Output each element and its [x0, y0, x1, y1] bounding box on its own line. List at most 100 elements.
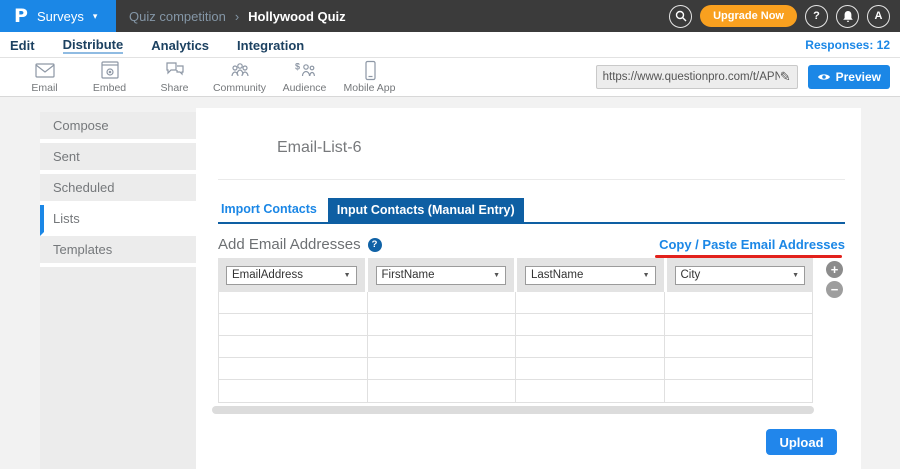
select-caret-icon: ▼ — [344, 272, 351, 279]
contact-cell[interactable] — [368, 358, 517, 379]
sidebar-item-compose[interactable]: Compose — [40, 112, 196, 143]
title-divider — [218, 179, 845, 180]
contact-cell[interactable] — [516, 314, 665, 335]
row-controls: + − — [826, 261, 843, 298]
table-row — [219, 358, 812, 380]
contact-cell[interactable] — [516, 358, 665, 379]
top-bar: P Surveys ▾ Quiz competition › Hollywood… — [0, 0, 900, 32]
contact-cell[interactable] — [368, 336, 517, 357]
tool-label: Embed — [93, 82, 126, 94]
contacts-tabs: Import Contacts Input Contacts (Manual E… — [218, 198, 845, 224]
questionpro-logo-icon: P — [14, 5, 28, 27]
responses-count[interactable]: Responses: 12 — [805, 38, 890, 52]
sidebar-item-lists[interactable]: Lists — [40, 205, 196, 236]
distribute-toolbar: Email Embed Share Community $ Audience M… — [0, 58, 900, 97]
contact-cell[interactable] — [219, 336, 368, 357]
nav-analytics[interactable]: Analytics — [151, 36, 209, 53]
sidebar-item-sent[interactable]: Sent — [40, 143, 196, 174]
contact-cell[interactable] — [219, 292, 368, 313]
section-title: Add Email Addresses — [218, 236, 361, 253]
tool-share[interactable]: Share — [142, 60, 207, 94]
contact-cell[interactable] — [665, 358, 813, 379]
select-caret-icon: ▼ — [643, 272, 650, 279]
tool-label: Audience — [283, 82, 327, 94]
survey-nav: Edit Distribute Analytics Integration Re… — [0, 32, 900, 58]
select-caret-icon: ▼ — [792, 272, 799, 279]
help-tooltip-icon[interactable]: ? — [368, 238, 382, 252]
contact-cell[interactable] — [665, 314, 813, 335]
selected-column-label: EmailAddress — [232, 269, 303, 281]
nav-edit[interactable]: Edit — [10, 36, 35, 53]
contact-cell[interactable] — [219, 314, 368, 335]
nav-integration[interactable]: Integration — [237, 36, 304, 53]
search-button[interactable] — [669, 5, 692, 28]
topbar-actions: Upgrade Now ? A — [669, 5, 900, 28]
embed-icon — [98, 60, 122, 82]
column-select-emailaddress[interactable]: EmailAddress ▼ — [226, 266, 357, 285]
search-icon — [675, 10, 687, 22]
tool-label: Email — [31, 82, 57, 94]
help-button[interactable]: ? — [805, 5, 828, 28]
preview-button[interactable]: Preview — [808, 65, 890, 89]
tool-label: Share — [160, 82, 188, 94]
breadcrumb-current: Hollywood Quiz — [248, 9, 346, 24]
upload-button[interactable]: Upload — [766, 429, 837, 455]
svg-text:$: $ — [295, 62, 300, 72]
column-header: LastName ▼ — [517, 258, 667, 292]
community-icon — [228, 60, 252, 82]
tool-email[interactable]: Email — [12, 60, 77, 94]
tool-community[interactable]: Community — [207, 60, 272, 94]
column-header: EmailAddress ▼ — [218, 258, 368, 292]
contact-cell[interactable] — [219, 358, 368, 379]
mobile-app-icon — [358, 60, 382, 82]
contact-cell[interactable] — [665, 380, 813, 402]
tool-audience[interactable]: $ Audience — [272, 60, 337, 94]
breadcrumb-parent[interactable]: Quiz competition — [129, 9, 226, 24]
column-select-city[interactable]: City ▼ — [675, 266, 806, 285]
contact-cell[interactable] — [516, 336, 665, 357]
contact-cell[interactable] — [665, 292, 813, 313]
avatar[interactable]: A — [867, 5, 890, 28]
horizontal-scrollbar[interactable] — [212, 406, 814, 414]
bell-icon — [842, 10, 854, 23]
contact-cell[interactable] — [665, 336, 813, 357]
lists-panel: Email-List-6 Import Contacts Input Conta… — [196, 108, 861, 469]
column-header: City ▼ — [667, 258, 814, 292]
tab-input-contacts-manual-entry[interactable]: Input Contacts (Manual Entry) — [328, 198, 524, 222]
edit-url-icon[interactable]: ✎ — [780, 69, 791, 85]
contact-cell[interactable] — [516, 380, 665, 402]
tool-label: Mobile App — [344, 82, 396, 94]
sidebar-item-scheduled[interactable]: Scheduled — [40, 174, 196, 205]
chevron-down-icon: ▾ — [93, 11, 98, 22]
contact-cell[interactable] — [219, 380, 368, 402]
breadcrumb-separator-icon: › — [235, 9, 239, 24]
selected-column-label: City — [681, 269, 701, 281]
nav-distribute[interactable]: Distribute — [63, 35, 124, 54]
eye-icon — [817, 72, 831, 82]
breadcrumb: Quiz competition › Hollywood Quiz — [129, 9, 346, 24]
column-select-lastname[interactable]: LastName ▼ — [525, 266, 656, 285]
tool-embed[interactable]: Embed — [77, 60, 142, 94]
tab-import-contacts[interactable]: Import Contacts — [221, 202, 317, 216]
contact-cell[interactable] — [368, 314, 517, 335]
column-header: FirstName ▼ — [368, 258, 518, 292]
preview-label: Preview — [836, 70, 881, 84]
sidebar-item-templates[interactable]: Templates — [40, 236, 196, 267]
contact-cell[interactable] — [516, 292, 665, 313]
contact-cell[interactable] — [368, 380, 517, 402]
survey-url-box: ✎ — [596, 65, 798, 89]
app-window: P Surveys ▾ Quiz competition › Hollywood… — [0, 0, 900, 469]
tool-mobile-app[interactable]: Mobile App — [337, 60, 402, 94]
contact-cell[interactable] — [368, 292, 517, 313]
column-select-firstname[interactable]: FirstName ▼ — [376, 266, 507, 285]
share-icon — [163, 60, 187, 82]
copy-paste-email-addresses-link[interactable]: Copy / Paste Email Addresses — [659, 237, 845, 252]
surveys-menu[interactable]: P Surveys ▾ — [0, 0, 116, 32]
remove-row-button[interactable]: − — [826, 281, 843, 298]
surveys-menu-label: Surveys — [37, 9, 84, 24]
add-row-button[interactable]: + — [826, 261, 843, 278]
upgrade-now-button[interactable]: Upgrade Now — [700, 5, 797, 27]
table-row — [219, 380, 812, 402]
survey-url-input[interactable] — [603, 71, 780, 83]
notifications-button[interactable] — [836, 5, 859, 28]
